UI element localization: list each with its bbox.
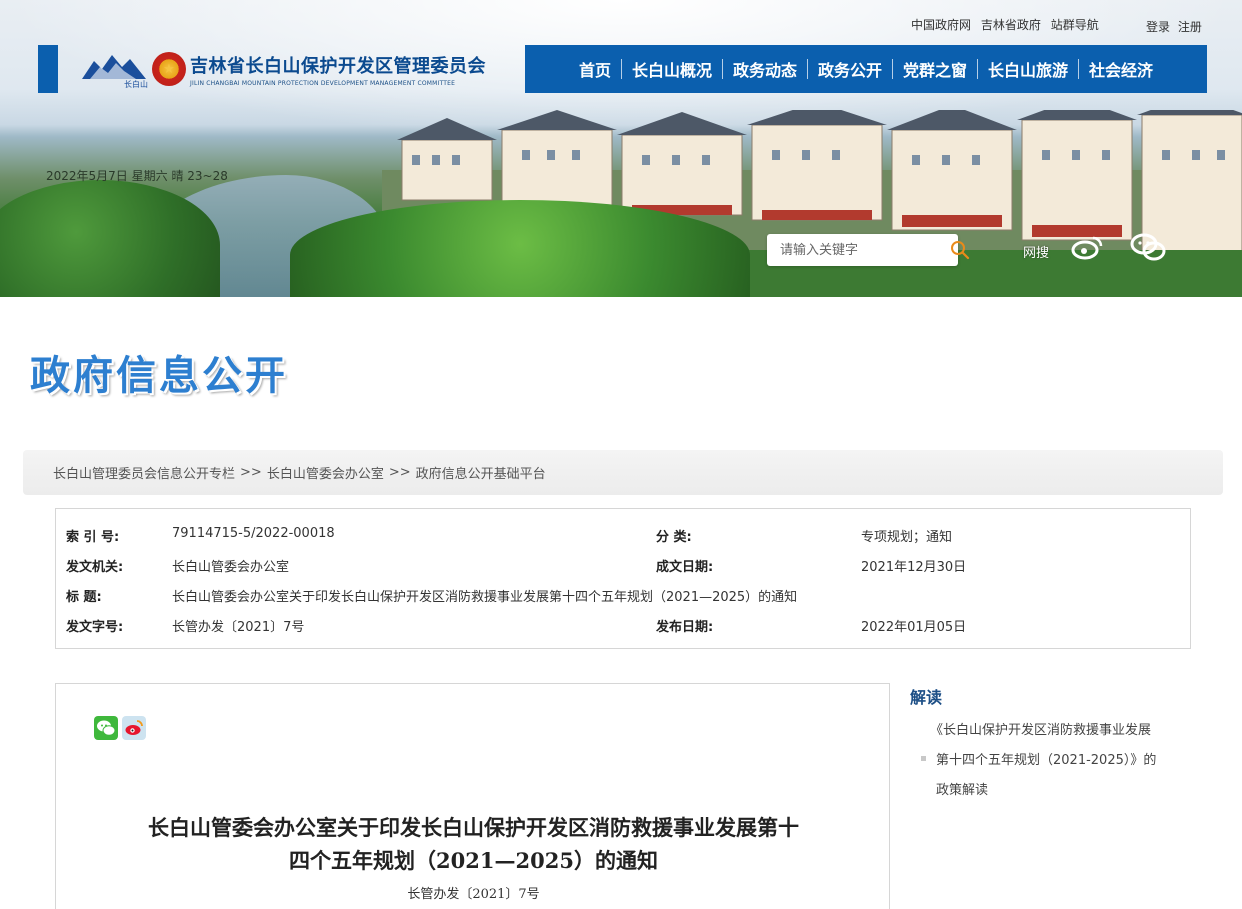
index-label: 索 引 号: [66,530,120,545]
article-title-line: 四个五年规划（2021—2025）的通知 [289,848,658,873]
national-emblem-icon: ★ [152,52,186,86]
site-title: 吉林省长白山保护开发区管理委员会 [190,55,486,77]
auth-links: 登录 注册 [1146,18,1206,35]
meta-row: 发文机关: 长白山管委会办公室 成文日期: 2021年12月30日 [56,556,1190,586]
date-weather: 2022年5月7日 星期六 晴 23~28 [46,169,228,183]
article-panel: 长白山管委会办公室关于印发长白山保护开发区消防救援事业发展第十 四个五年规划（2… [55,683,890,909]
article-title: 长白山管委会办公室关于印发长白山保护开发区消防救援事业发展第十 四个五年规划（2… [76,811,871,877]
register-link[interactable]: 注册 [1178,20,1202,34]
published-date-value: 2022年01月05日 [861,620,967,635]
title-value: 长白山管委会办公室关于印发长白山保护开发区消防救援事业发展第十四个五年规划（20… [172,590,798,605]
search-icon[interactable] [950,235,970,265]
title-label: 标 题: [66,590,102,605]
breadcrumb-item[interactable]: 政府信息公开基础平台 [416,463,546,482]
category-label: 分 类: [656,530,692,545]
share-buttons [94,716,146,740]
doc-number-label: 发文字号: [66,620,124,635]
nav-news[interactable]: 政务动态 [723,57,807,81]
interpretation-link[interactable]: 《长白山保护开发区消防救援事业发展 [930,719,1151,738]
article-doc-number: 长管办发〔2021〕7号 [407,887,540,902]
page-title: 政府信息公开 [30,353,288,399]
search-input[interactable] [767,235,950,265]
breadcrumb: 长白山管理委员会信息公开专栏 >> 长白山管委会办公室 >> 政府信息公开基础平… [23,450,1223,495]
nav-home[interactable]: 首页 [569,57,621,81]
nav-tourism[interactable]: 长白山旅游 [978,57,1078,81]
site-logo[interactable]: 长白山 ★ 吉林省长白山保护开发区管理委员会 JILIN CHANGBAI MO… [80,47,486,91]
login-link[interactable]: 登录 [1146,20,1170,34]
breadcrumb-separator: >> [388,465,411,480]
logo-text: 长白山 [124,79,148,89]
logo-accent-bar [38,45,58,93]
weibo-share-icon[interactable] [122,716,146,740]
main-nav: 首页 长白山概况 政务动态 政务公开 党群之窗 长白山旅游 社会经济 [525,45,1207,93]
wangsou-link[interactable]: 网搜 [1023,242,1049,261]
meta-row: 发文字号: 长管办发〔2021〕7号 发布日期: 2022年01月05日 [56,616,1190,646]
created-date-label: 成文日期: [656,560,714,575]
published-date-label: 发布日期: [656,620,714,635]
wechat-icon[interactable] [1130,232,1166,262]
issuer-value: 长白山管委会办公室 [172,560,290,575]
search-box [767,234,970,266]
breadcrumb-item[interactable]: 长白山管委会办公室 [267,463,384,482]
index-value: 79114715-5/2022-00018 [172,526,335,541]
link-china-gov[interactable]: 中国政府网 [911,18,971,32]
list-bullet [921,756,926,761]
nav-economy[interactable]: 社会经济 [1079,57,1163,81]
site-subtitle: JILIN CHANGBAI MOUNTAIN PROTECTION DEVEL… [190,79,456,87]
meta-row: 标 题: 长白山管委会办公室关于印发长白山保护开发区消防救援事业发展第十四个五年… [56,586,1190,616]
changbaishan-mountain-logo: 长白山 [82,55,148,89]
wechat-share-icon[interactable] [94,716,118,740]
interpretation-title: 解读 [910,688,943,707]
category-value: 专项规划；通知 [861,530,953,545]
document-meta-table: 索 引 号: 79114715-5/2022-00018 分 类: 专项规划；通… [55,508,1191,649]
created-date-value: 2021年12月30日 [861,560,967,575]
link-jilin-gov[interactable]: 吉林省政府 [981,18,1041,32]
breadcrumb-item[interactable]: 长白山管理委员会信息公开专栏 [53,463,235,482]
interpretation-link[interactable]: 第十四个五年规划（2021-2025）》的 [936,749,1156,768]
article-title-line: 长白山管委会办公室关于印发长白山保护开发区消防救援事业发展第十 [148,815,799,840]
nav-overview[interactable]: 长白山概况 [622,57,722,81]
meta-row: 索 引 号: 79114715-5/2022-00018 分 类: 专项规划；通… [56,526,1190,556]
nav-gov-affairs[interactable]: 政务公开 [808,57,892,81]
weibo-icon[interactable] [1070,232,1106,262]
link-site-nav[interactable]: 站群导航 [1051,18,1099,32]
breadcrumb-separator: >> [240,465,262,480]
doc-number-value: 长管办发〔2021〕7号 [172,620,305,635]
nav-party[interactable]: 党群之窗 [893,57,977,81]
interpretation-link[interactable]: 政策解读 [936,779,988,798]
top-links: 中国政府网 吉林省政府 站群导航 [911,16,1105,33]
issuer-label: 发文机关: [66,560,124,575]
